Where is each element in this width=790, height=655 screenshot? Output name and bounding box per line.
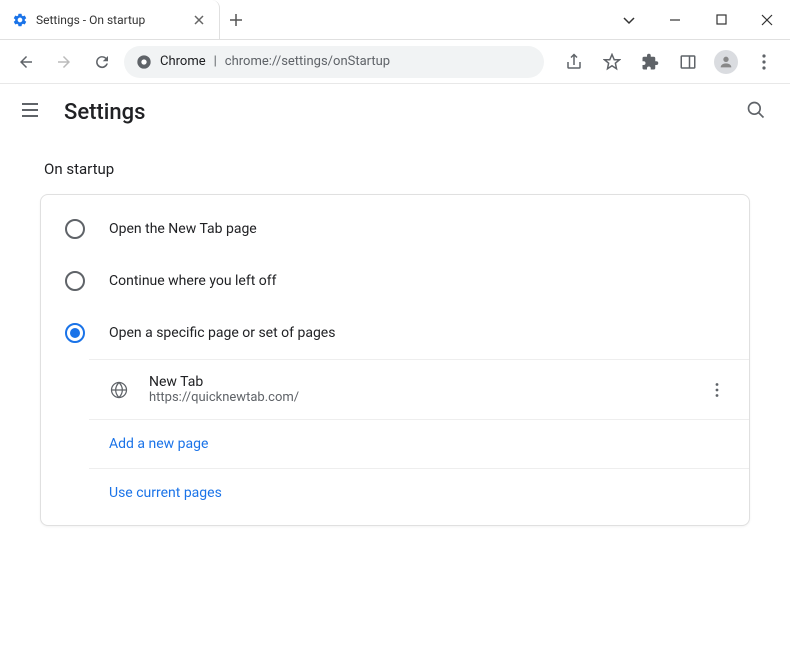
address-bar[interactable]: Chrome | chrome://settings/onStartup <box>124 46 544 78</box>
radio-icon <box>65 219 85 239</box>
settings-header: Settings <box>0 84 790 140</box>
back-button[interactable] <box>10 46 42 78</box>
option-continue[interactable]: Continue where you left off <box>41 255 749 307</box>
menu-button[interactable] <box>748 46 780 78</box>
search-icon[interactable] <box>746 100 770 124</box>
add-page-link[interactable]: Add a new page <box>89 420 749 469</box>
window-controls <box>606 0 790 39</box>
star-icon[interactable] <box>596 46 628 78</box>
page-url: https://quicknewtab.com/ <box>149 390 689 405</box>
more-icon[interactable] <box>709 382 729 398</box>
globe-icon <box>109 380 129 400</box>
radio-icon <box>65 323 85 343</box>
extensions-icon[interactable] <box>634 46 666 78</box>
settings-content: On startup Open the New Tab page Continu… <box>0 140 790 546</box>
hamburger-icon[interactable] <box>20 100 44 124</box>
radio-label: Continue where you left off <box>109 273 277 289</box>
share-icon[interactable] <box>558 46 590 78</box>
browser-toolbar: Chrome | chrome://settings/onStartup <box>0 40 790 84</box>
startup-page-row: New Tab https://quicknewtab.com/ <box>89 360 749 420</box>
radio-icon <box>65 271 85 291</box>
close-tab-icon[interactable] <box>191 12 207 28</box>
minimize-button[interactable] <box>652 0 698 40</box>
tab-title: Settings - On startup <box>36 13 183 27</box>
chevron-down-icon[interactable] <box>606 0 652 40</box>
profile-button[interactable] <box>710 46 742 78</box>
address-divider: | <box>214 54 217 69</box>
option-specific-pages[interactable]: Open a specific page or set of pages <box>41 307 749 359</box>
page-title: Settings <box>64 100 145 125</box>
specific-pages-list: New Tab https://quicknewtab.com/ Add a n… <box>89 359 749 517</box>
section-title: On startup <box>40 160 750 178</box>
radio-label: Open a specific page or set of pages <box>109 325 335 341</box>
option-new-tab[interactable]: Open the New Tab page <box>41 203 749 255</box>
gear-icon <box>12 12 28 28</box>
window-titlebar: Settings - On startup <box>0 0 790 40</box>
address-url: chrome://settings/onStartup <box>225 54 390 69</box>
address-prefix: Chrome <box>160 54 206 69</box>
use-current-link[interactable]: Use current pages <box>89 469 749 517</box>
chrome-icon <box>136 54 152 70</box>
radio-label: Open the New Tab page <box>109 221 257 237</box>
page-name: New Tab <box>149 374 689 390</box>
sidepanel-icon[interactable] <box>672 46 704 78</box>
new-tab-button[interactable] <box>220 0 252 39</box>
startup-card: Open the New Tab page Continue where you… <box>40 194 750 526</box>
maximize-button[interactable] <box>698 0 744 40</box>
avatar-icon <box>714 50 738 74</box>
browser-tab[interactable]: Settings - On startup <box>0 0 220 39</box>
close-button[interactable] <box>744 0 790 40</box>
reload-button[interactable] <box>86 46 118 78</box>
forward-button[interactable] <box>48 46 80 78</box>
